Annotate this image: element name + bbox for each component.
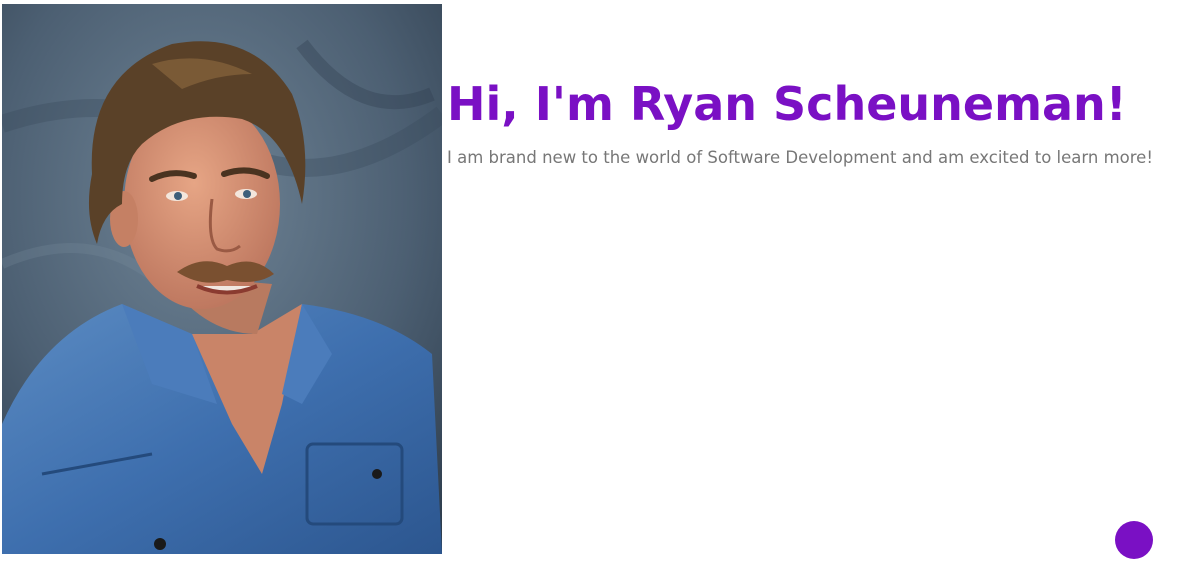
floating-action-button[interactable] bbox=[1115, 521, 1153, 559]
intro-section: Hi, I'm Ryan Scheuneman! I am brand new … bbox=[447, 76, 1177, 169]
page-title: Hi, I'm Ryan Scheuneman! bbox=[447, 77, 1127, 131]
portrait-image bbox=[2, 4, 442, 554]
page: Hi, I'm Ryan Scheuneman! I am brand new … bbox=[0, 0, 1184, 575]
profile-photo bbox=[2, 4, 442, 554]
intro-text: I am brand new to the world of Software … bbox=[447, 148, 1153, 167]
